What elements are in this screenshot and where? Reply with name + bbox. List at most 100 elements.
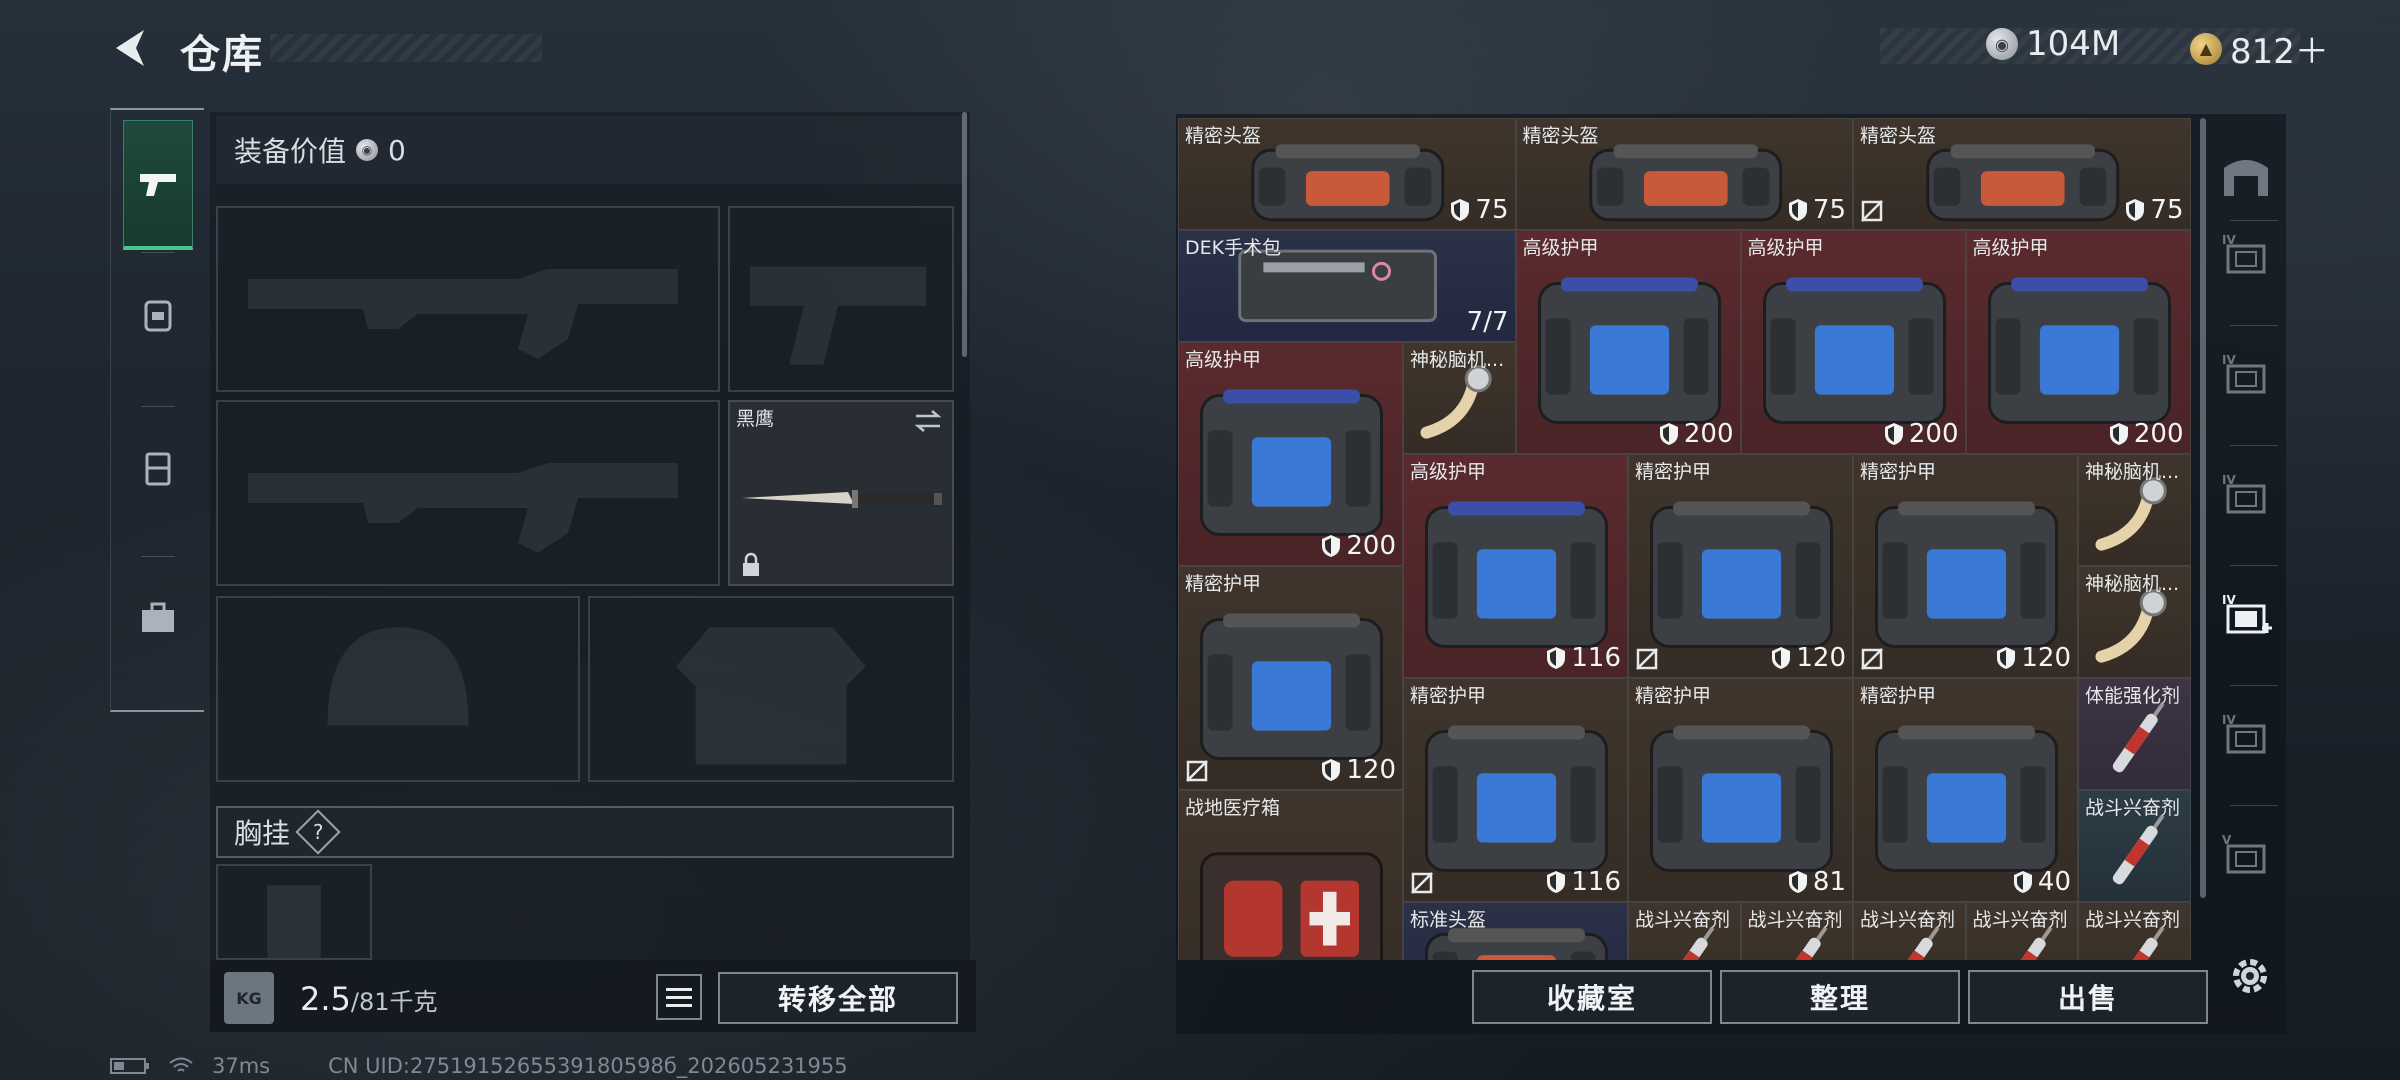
side-tab-divider <box>2230 685 2278 686</box>
list-view-button[interactable] <box>656 974 702 1020</box>
storage-iv-icon[interactable]: IV <box>2218 230 2274 282</box>
helmet-silhouette-icon <box>327 627 469 726</box>
inventory-item[interactable]: 战斗兴奋剂 <box>1853 902 1966 960</box>
inventory-item[interactable]: 精密头盔 75 <box>1515 118 1853 230</box>
inventory-item[interactable]: 精密护甲 120 <box>1628 454 1853 678</box>
inventory-item[interactable]: 体能强化剂 <box>2078 678 2191 790</box>
back-arrow-icon[interactable] <box>110 26 154 70</box>
inventory-item[interactable]: 神秘脑机... <box>1403 342 1516 454</box>
inventory-item[interactable]: 标准头盔 <box>1403 902 1628 960</box>
rifle-silhouette-icon <box>248 269 678 359</box>
no-insurance-icon <box>1861 648 1883 670</box>
item-value: 120 <box>1996 643 2071 673</box>
inventory-item[interactable]: 精密头盔 75 <box>1853 118 2191 230</box>
inventory-item[interactable]: 高级护甲 116 <box>1403 454 1628 678</box>
inventory-item[interactable]: 高级护甲 200 <box>1740 230 1966 454</box>
inventory-item[interactable]: 战斗兴奋剂 <box>2078 790 2191 902</box>
sell-button[interactable]: 出售 <box>1968 970 2208 1024</box>
item-name: 精密护甲 <box>1185 573 1262 595</box>
sidearm-slot[interactable] <box>728 206 954 392</box>
item-value: 200 <box>1884 419 1959 449</box>
gold-currency[interactable]: ▲ 812＋ <box>2190 24 2329 73</box>
tab-vest[interactable] <box>123 408 193 528</box>
help-icon[interactable]: ? <box>295 809 341 855</box>
storage-iv-add-icon[interactable]: IV <box>2218 590 2274 642</box>
primary-weapon-slot[interactable] <box>216 206 720 392</box>
durability-shield-icon <box>1788 199 1807 221</box>
armor-slot[interactable] <box>588 596 954 782</box>
equipment-value-bar: 装备价值 ◉ 0 <box>216 116 964 184</box>
secondary-weapon-slot[interactable] <box>216 400 720 586</box>
storage-iv-icon[interactable]: IV <box>2218 710 2274 762</box>
inventory-item[interactable]: 神秘脑机... <box>2078 454 2191 566</box>
item-name: 战斗兴奋剂 <box>1972 909 2068 931</box>
pistol-icon <box>140 173 176 196</box>
swap-icon[interactable] <box>912 408 944 434</box>
inventory-item[interactable]: 高级护甲 200 <box>1515 230 1741 454</box>
item-name: 精密护甲 <box>1860 685 1937 707</box>
uid-text: CN UID:2751915265539180598б_202605231955 <box>328 1054 848 1078</box>
storage-grid: 精密头盔 75 精密头盔 75 精密头盔 75 DEK手术包 7/7 高级护甲 200 高… <box>1178 118 2194 960</box>
inventory-item[interactable]: 精密护甲 116 <box>1403 678 1628 902</box>
inventory-item[interactable]: 战地医疗箱 <box>1178 790 1403 960</box>
equipment-value-label: 装备价值 <box>234 135 347 168</box>
organize-button[interactable]: 整理 <box>1720 970 1960 1024</box>
silver-currency[interactable]: ◉ 104M <box>1986 24 2120 64</box>
durability-shield-icon <box>1322 759 1341 781</box>
status-bar: 37ms CN UID:2751915265539180598б_2026052… <box>110 1054 848 1078</box>
item-value: 120 <box>1771 643 1846 673</box>
inventory-item[interactable]: 精密护甲 120 <box>1853 454 2078 678</box>
transfer-all-button[interactable]: 转移全部 <box>718 972 958 1024</box>
settings-gear-icon[interactable] <box>2226 952 2274 1000</box>
inventory-item[interactable]: 精密护甲 40 <box>1853 678 2078 902</box>
durability-shield-icon <box>1451 199 1470 221</box>
inventory-item[interactable]: 战斗兴奋剂 <box>2078 902 2191 960</box>
left-scrollbar[interactable] <box>962 112 967 357</box>
side-tab-divider <box>2230 220 2278 221</box>
grid-scrollbar[interactable] <box>2200 118 2206 898</box>
helmet-slot[interactable] <box>216 596 580 782</box>
pistol-silhouette-icon <box>750 266 927 365</box>
storage-v-icon[interactable]: V <box>2218 830 2274 882</box>
durability-shield-icon <box>2126 199 2145 221</box>
tab-weapons[interactable] <box>123 120 193 250</box>
silver-coin-icon: ◉ <box>1986 28 2018 60</box>
knife-icon <box>742 490 942 508</box>
inventory-item[interactable]: 战斗兴奋剂 <box>1628 902 1741 960</box>
ping-text: 37ms <box>212 1054 271 1078</box>
inventory-item[interactable]: 高级护甲 200 <box>1965 230 2191 454</box>
inventory-item[interactable]: 精密护甲 81 <box>1628 678 1853 902</box>
gold-coin-icon: ▲ <box>2190 32 2222 65</box>
tab-case[interactable] <box>123 558 193 678</box>
inventory-item[interactable]: DEK手术包 7/7 <box>1178 230 1516 342</box>
chest-rig-slot[interactable] <box>216 864 372 960</box>
inventory-item[interactable]: 战斗兴奋剂 <box>1740 902 1853 960</box>
lock-icon <box>743 552 759 576</box>
storage-iv-icon[interactable]: IV <box>2218 470 2274 522</box>
inventory-item[interactable]: 精密护甲 120 <box>1178 566 1403 790</box>
item-name: 战斗兴奋剂 <box>1860 909 1956 931</box>
inventory-item[interactable]: 战斗兴奋剂 <box>1965 902 2078 960</box>
home-icon[interactable] <box>2218 150 2274 202</box>
silver-coin-icon: ◉ <box>356 139 379 161</box>
no-insurance-icon <box>1861 200 1883 222</box>
collection-room-button[interactable]: 收藏室 <box>1472 970 1712 1024</box>
inventory-item[interactable]: 高级护甲 200 <box>1178 342 1403 566</box>
title-stripe <box>270 34 542 62</box>
inventory-item[interactable]: 神秘脑机... <box>2078 566 2191 678</box>
melee-slot[interactable]: 黑鹰 <box>728 400 954 586</box>
item-name: 精密头盔 <box>1185 125 1262 147</box>
no-insurance-icon <box>1411 872 1433 894</box>
item-name: 神秘脑机... <box>1410 349 1505 371</box>
durability-shield-icon <box>1788 871 1807 893</box>
chest-rig-silhouette-icon <box>267 885 321 958</box>
item-name: 精密护甲 <box>1635 685 1712 707</box>
inventory-item[interactable]: 精密头盔 75 <box>1178 118 1516 230</box>
item-value: 75 <box>1788 195 1846 225</box>
item-name: 高级护甲 <box>1972 237 2049 259</box>
side-tab-divider <box>2230 445 2278 446</box>
storage-iv-icon[interactable]: IV <box>2218 350 2274 402</box>
item-value: 7/7 <box>1466 307 1509 337</box>
backpack-icon <box>144 300 172 332</box>
tab-backpack[interactable] <box>123 254 193 374</box>
